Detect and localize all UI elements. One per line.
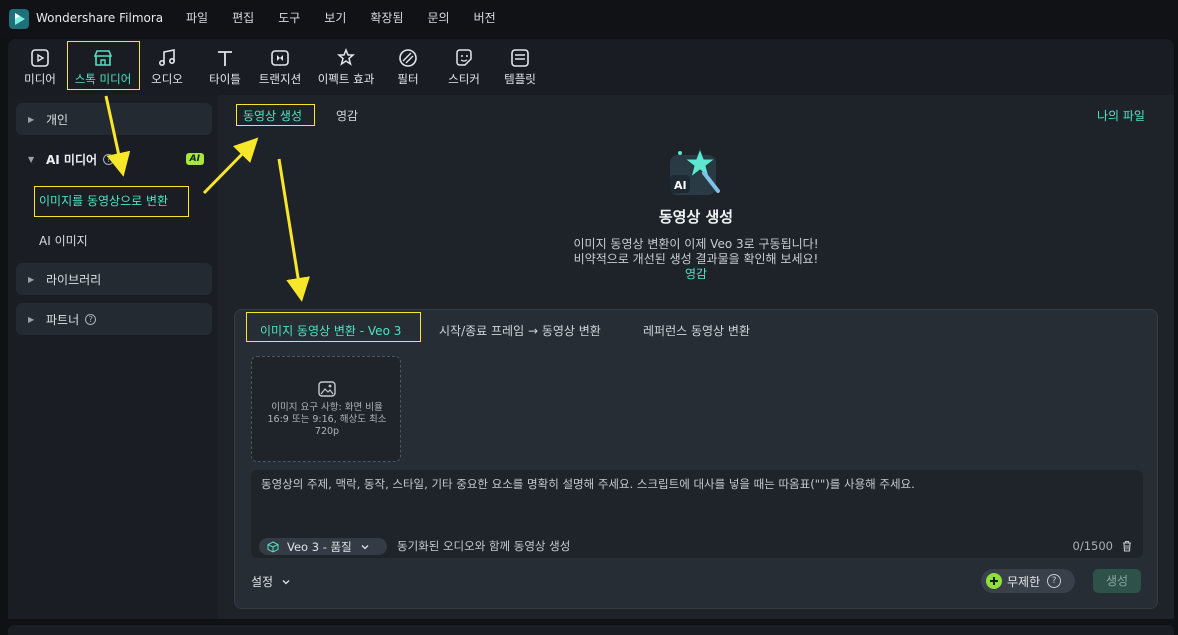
app-title: Wondershare Filmora: [36, 11, 164, 25]
caret-right-icon: ▶: [28, 114, 35, 124]
model-select-value: Veo 3 - 품질: [287, 539, 352, 554]
effects-icon: [337, 47, 355, 66]
help-icon[interactable]: ?: [1047, 574, 1062, 588]
toolbar-media-label: 미디어: [24, 72, 56, 86]
tab-inspiration[interactable]: 영감: [336, 107, 358, 124]
menu-edit[interactable]: 편집: [220, 10, 266, 26]
toolbar-templates-label: 템플릿: [504, 72, 536, 86]
tab-start-end-frame[interactable]: 시작/종료 프레임 → 동영상 변환: [439, 322, 601, 339]
toolbar-media[interactable]: 미디어: [20, 43, 60, 91]
tab-generate-video[interactable]: 동영상 생성: [243, 107, 302, 124]
sidebar-item-personal[interactable]: ▶ 개인: [16, 103, 212, 135]
unlimited-label: 무제한: [1007, 574, 1041, 589]
ai-magic-wand-icon: AI: [670, 147, 720, 195]
svg-text:AI: AI: [674, 179, 687, 192]
sidebar-item-personal-label: 개인: [46, 112, 69, 127]
toolbar-audio-label: 오디오: [151, 72, 183, 86]
audio-note: 동기화된 오디오와 함께 동영상 생성: [397, 539, 571, 553]
filmora-logo-icon: [9, 9, 29, 29]
caret-down-icon: ▼: [28, 154, 35, 164]
chevron-down-icon: [361, 544, 369, 549]
main-toolbar: 미디어 스톡 미디어 오디오 타이틀 트랜지션 이펙트 효과 필터 스티커 템플…: [8, 39, 1174, 95]
menu-version[interactable]: 버전: [462, 10, 508, 26]
caret-right-icon: ▶: [28, 274, 35, 284]
toolbar-transitions[interactable]: 트랜지션: [252, 43, 308, 91]
toolbar-effects[interactable]: 이펙트 효과: [310, 43, 382, 91]
hero-inspiration-link[interactable]: 영감: [218, 265, 1174, 282]
main-content: 동영상 생성 영감 나의 파일 AI 동영상 생성 이미지 동영상 변환이 이제…: [218, 95, 1174, 619]
plus-icon: [986, 573, 1002, 589]
model-select[interactable]: Veo 3 - 품질: [259, 538, 387, 555]
caret-right-icon: ▶: [28, 314, 35, 324]
toolbar-stock-media-label: 스톡 미디어: [74, 72, 132, 86]
sidebar-item-ai-media-label: AI 미디어: [46, 152, 98, 167]
image-upload-area[interactable]: 이미지 요구 사항: 화면 비율 16:9 또는 9:16, 해상도 최소 72…: [251, 356, 401, 462]
toolbar-titles[interactable]: 타이틀: [202, 43, 248, 91]
tab-image-to-video-veo3[interactable]: 이미지 동영상 변환 - Veo 3: [260, 322, 401, 339]
menu-view[interactable]: 보기: [312, 10, 358, 26]
toolbar-templates[interactable]: 템플릿: [498, 43, 542, 91]
toolbar-transitions-label: 트랜지션: [258, 72, 302, 86]
char-counter: 0/1500: [1072, 539, 1113, 553]
tab-reference-video[interactable]: 레퍼런스 동영상 변환: [643, 322, 750, 339]
toolbar-titles-label: 타이틀: [209, 72, 241, 86]
sidebar-item-ai-image[interactable]: AI 이미지: [39, 232, 88, 249]
sidebar-item-partner-label: 파트너: [46, 312, 80, 327]
sidebar-item-library[interactable]: ▶ 라이브러리: [16, 263, 212, 295]
settings-label: 설정: [251, 575, 274, 589]
sidebar-item-partner[interactable]: ▶ 파트너 ?: [16, 303, 212, 335]
toolbar-effects-label: 이펙트 효과: [317, 72, 375, 86]
help-icon[interactable]: ?: [85, 313, 97, 325]
prompt-box: Veo 3 - 품질 동기화된 오디오와 함께 동영상 생성 0/1500: [251, 470, 1143, 558]
ai-badge: AI: [185, 153, 204, 165]
sidebar-item-ai-media[interactable]: ▼ AI 미디어 ? AI: [16, 143, 212, 175]
prompt-input[interactable]: [261, 476, 1133, 526]
toolbar-audio[interactable]: 오디오: [146, 43, 188, 91]
menu-extensions[interactable]: 확장됨: [358, 10, 415, 26]
sidebar-item-library-label: 라이브러리: [46, 272, 102, 287]
image-to-video-panel: 이미지 동영상 변환 - Veo 3 시작/종료 프레임 → 동영상 변환 레퍼…: [234, 309, 1158, 609]
menu-help[interactable]: 문의: [416, 10, 462, 26]
menu-tools[interactable]: 도구: [266, 10, 312, 26]
image-icon: [318, 381, 336, 397]
template-icon: [511, 49, 529, 67]
unlimited-badge[interactable]: 무제한 ?: [981, 569, 1075, 593]
toolbar-filters-label: 필터: [397, 72, 419, 86]
title-bar: Wondershare Filmora 파일 편집 도구 보기 확장됨 문의 버…: [0, 0, 1178, 38]
hero-title: 동영상 생성: [658, 208, 734, 226]
transition-icon: [271, 50, 289, 66]
music-note-icon: [158, 49, 176, 67]
filter-icon: [399, 49, 417, 67]
menu-bar: 파일 편집 도구 보기 확장됨 문의 버전: [174, 10, 508, 26]
sticker-icon: [456, 49, 472, 66]
media-icon: [31, 49, 49, 67]
generate-button[interactable]: 생성: [1093, 569, 1141, 593]
toolbar-stock-media[interactable]: 스톡 미디어: [68, 43, 138, 91]
toolbar-stickers[interactable]: 스티커: [442, 43, 486, 91]
image-requirements: 이미지 요구 사항: 화면 비율 16:9 또는 9:16, 해상도 최소 72…: [267, 402, 387, 437]
settings-toggle[interactable]: 설정: [251, 573, 291, 590]
toolbar-filters[interactable]: 필터: [392, 43, 424, 91]
toolbar-stickers-label: 스티커: [448, 72, 480, 86]
sidebar: ▶ 개인 ▼ AI 미디어 ? AI 이미지를 동영상으로 변환 AI 이미지 …: [8, 95, 218, 619]
timeline-edge: [8, 625, 1174, 635]
my-files-link[interactable]: 나의 파일: [1097, 107, 1145, 124]
menu-file[interactable]: 파일: [174, 10, 220, 26]
cube-icon: [267, 540, 279, 553]
trash-icon[interactable]: [1121, 540, 1133, 552]
title-text-icon: [218, 51, 232, 66]
help-icon[interactable]: ?: [103, 153, 115, 165]
stock-media-icon: [93, 50, 113, 66]
chevron-down-icon: [282, 579, 290, 584]
sidebar-item-image-to-video[interactable]: 이미지를 동영상으로 변환: [39, 192, 168, 209]
